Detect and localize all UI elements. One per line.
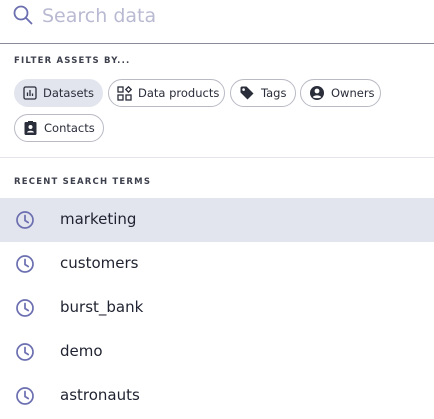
recent-search-item[interactable]: customers bbox=[0, 242, 434, 286]
filter-chip-owners[interactable]: Owners bbox=[300, 79, 381, 107]
filter-chip-label: Contacts bbox=[44, 121, 95, 135]
search-icon bbox=[12, 4, 34, 26]
filter-chip-data-products[interactable]: Data products bbox=[108, 79, 225, 107]
filter-chip-contacts[interactable]: Contacts bbox=[14, 114, 104, 142]
clock-icon bbox=[15, 386, 35, 406]
search-input[interactable] bbox=[42, 0, 422, 32]
filter-chip-datasets[interactable]: Datasets bbox=[14, 79, 103, 107]
filter-chip-label: Owners bbox=[331, 86, 375, 100]
recent-search-item[interactable]: astronauts bbox=[0, 374, 434, 418]
tag-icon bbox=[239, 85, 255, 101]
section-divider bbox=[0, 157, 434, 158]
recent-search-term: astronauts bbox=[60, 386, 140, 404]
filter-chip-label: Datasets bbox=[43, 86, 95, 100]
filter-assets-heading: FILTER ASSETS BY... bbox=[14, 56, 131, 66]
recent-search-item[interactable]: demo bbox=[0, 330, 434, 374]
filter-chip-tags[interactable]: Tags bbox=[230, 79, 296, 107]
filter-chip-label: Tags bbox=[261, 86, 287, 100]
clock-icon bbox=[15, 298, 35, 318]
clock-icon bbox=[15, 210, 35, 230]
dataset-icon bbox=[23, 85, 37, 101]
search-panel: FILTER ASSETS BY... Datasets Data produc… bbox=[0, 0, 434, 419]
clock-icon bbox=[15, 342, 35, 362]
owner-icon bbox=[309, 85, 325, 101]
recent-search-term: demo bbox=[60, 342, 103, 360]
clock-icon bbox=[15, 254, 35, 274]
contact-icon bbox=[23, 120, 38, 136]
filter-chip-label: Data products bbox=[138, 86, 220, 100]
recent-search-item[interactable]: burst_bank bbox=[0, 286, 434, 330]
recent-search-term: customers bbox=[60, 254, 139, 272]
recent-search-heading: RECENT SEARCH TERMS bbox=[14, 177, 152, 187]
recent-search-term: burst_bank bbox=[60, 298, 144, 316]
recent-search-item[interactable]: marketing bbox=[0, 198, 434, 242]
recent-search-term: marketing bbox=[60, 210, 137, 228]
data-products-icon bbox=[117, 85, 132, 101]
search-bar bbox=[0, 0, 434, 44]
